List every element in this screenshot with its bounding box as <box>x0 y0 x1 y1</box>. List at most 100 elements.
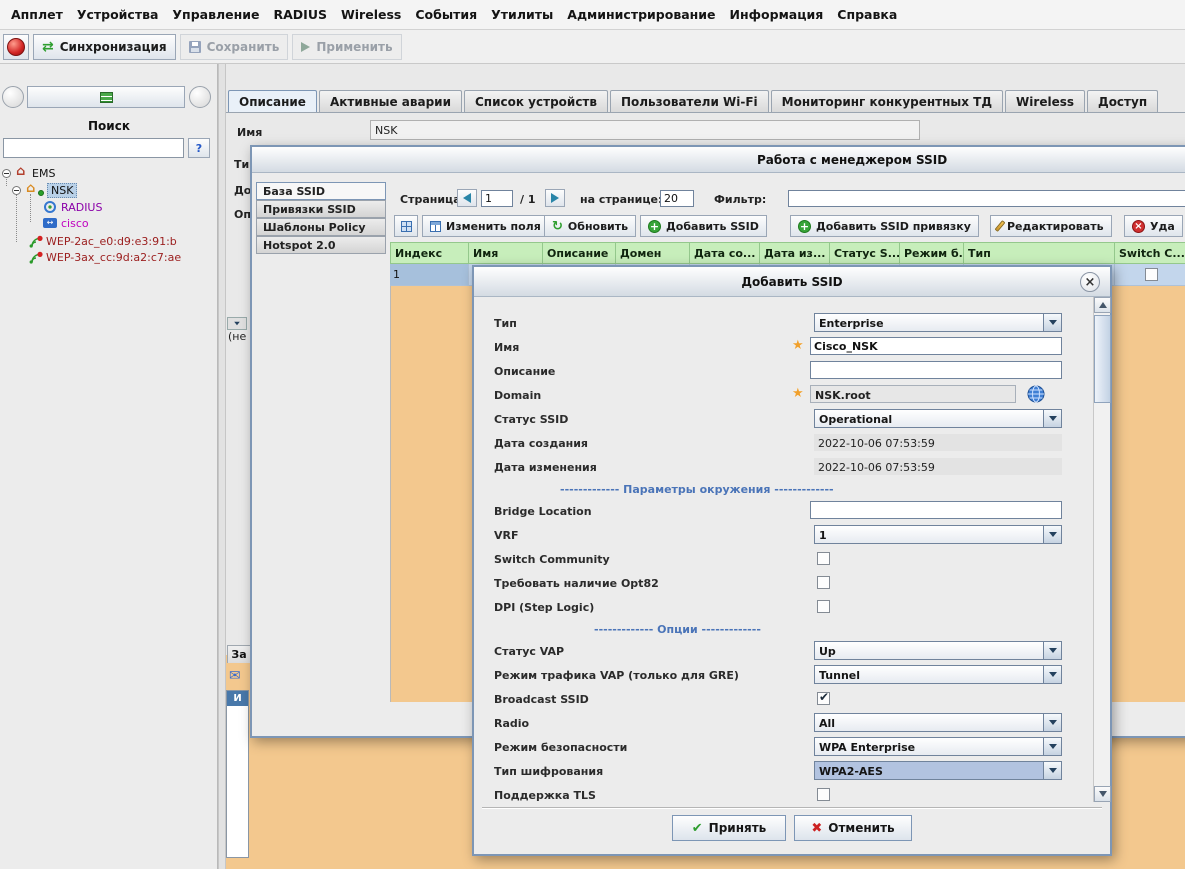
tab-rogue-ap-monitoring[interactable]: Мониторинг конкурентных ТД <box>771 90 1003 112</box>
collapse-left-button[interactable] <box>2 86 24 108</box>
refresh-button[interactable]: ↻Обновить <box>544 215 636 237</box>
column-header[interactable]: Режим б... <box>900 242 964 264</box>
combo-dropdown-button[interactable] <box>1043 666 1061 683</box>
column-header[interactable]: Индекс <box>390 242 469 264</box>
tls-support-checkbox[interactable] <box>817 788 830 801</box>
tab-description[interactable]: Описание <box>228 90 317 112</box>
menu-events[interactable]: События <box>408 7 484 22</box>
menu-utilities[interactable]: Утилиты <box>484 7 560 22</box>
delete-button[interactable]: ×Уда <box>1124 215 1183 237</box>
tree-item-ap-wep2ac[interactable]: WEP-2ac_e0:d9:e3:91:b <box>0 234 216 250</box>
combo-dropdown-button[interactable] <box>1043 642 1061 659</box>
vrf-combobox[interactable]: 1 <box>814 525 1062 544</box>
dialog-titlebar[interactable]: Добавить SSID × <box>474 267 1110 297</box>
column-header[interactable]: Switch C... <box>1115 242 1185 264</box>
menu-applet[interactable]: Апплет <box>4 7 70 22</box>
type-combobox[interactable]: Enterprise <box>814 313 1062 332</box>
dpi-checkbox[interactable] <box>817 600 830 613</box>
close-button[interactable]: × <box>1080 272 1100 292</box>
tree-mode-button[interactable] <box>27 86 185 108</box>
menu-administration[interactable]: Администрирование <box>560 7 722 22</box>
ssid-status-combobox[interactable]: Operational <box>814 409 1062 428</box>
column-header[interactable]: Тип <box>964 242 1115 264</box>
edit-button[interactable]: Редактировать <box>990 215 1112 237</box>
tab-access[interactable]: Доступ <box>1087 90 1158 112</box>
side-tab-ssid-base[interactable]: База SSID <box>256 182 386 200</box>
partial-control[interactable] <box>227 317 247 330</box>
tree-expand-handle[interactable] <box>2 169 11 178</box>
menu-wireless[interactable]: Wireless <box>334 7 408 22</box>
menu-devices[interactable]: Устройства <box>70 7 166 22</box>
bottom-panel-tab[interactable]: За <box>227 645 251 663</box>
filter-input[interactable] <box>788 190 1185 207</box>
tree-item-ap-wep3ax[interactable]: WEP-3ax_cc:9d:a2:c7:ae <box>0 250 216 266</box>
column-header[interactable]: Имя <box>469 242 543 264</box>
side-tab-policy-templates[interactable]: Шаблоны Policy <box>256 218 386 236</box>
domain-picker-button[interactable] <box>1026 384 1046 404</box>
menu-help[interactable]: Справка <box>830 7 904 22</box>
tab-wifi-users[interactable]: Пользователи Wi-Fi <box>610 90 769 112</box>
search-input[interactable] <box>3 138 184 158</box>
vertical-scrollbar[interactable] <box>1093 297 1110 802</box>
add-ssid-button[interactable]: +Добавить SSID <box>640 215 767 237</box>
cancel-button[interactable]: ✖Отменить <box>794 815 912 841</box>
accept-button[interactable]: ✔Принять <box>672 815 786 841</box>
tab-active-alarms[interactable]: Активные аварии <box>319 90 462 112</box>
radio-combobox[interactable]: All <box>814 713 1062 732</box>
save-button[interactable]: Сохранить <box>180 34 289 60</box>
menu-management[interactable]: Управление <box>165 7 266 22</box>
require-opt82-checkbox[interactable] <box>817 576 830 589</box>
tree-item-cisco[interactable]: ↔ cisco <box>0 216 216 232</box>
column-header[interactable]: Дата со... <box>690 242 760 264</box>
sync-button[interactable]: ⇄Синхронизация <box>33 34 176 60</box>
tab-device-list[interactable]: Список устройств <box>464 90 608 112</box>
tree-expand-handle[interactable] <box>12 186 21 195</box>
security-mode-combobox[interactable]: WPA Enterprise <box>814 737 1062 756</box>
switch-community-checkbox[interactable] <box>817 552 830 565</box>
row-checkbox[interactable] <box>1145 268 1158 281</box>
add-ssid-binding-button[interactable]: +Добавить SSID привязку <box>790 215 979 237</box>
combo-dropdown-button[interactable] <box>1043 738 1061 755</box>
split-pane-divider[interactable] <box>218 64 226 869</box>
tree-item-radius[interactable]: RADIUS <box>0 200 216 216</box>
name-input[interactable] <box>810 337 1062 355</box>
encryption-type-combobox[interactable]: WPA2-AES <box>814 761 1062 780</box>
device-name-field[interactable]: NSK <box>370 120 920 140</box>
description-input[interactable] <box>810 361 1062 379</box>
combo-dropdown-button[interactable] <box>1043 526 1061 543</box>
menu-radius[interactable]: RADIUS <box>267 7 334 22</box>
menu-information[interactable]: Информация <box>723 7 831 22</box>
tab-wireless[interactable]: Wireless <box>1005 90 1085 112</box>
prev-page-button[interactable] <box>457 189 477 207</box>
combo-dropdown-button[interactable] <box>1043 314 1061 331</box>
search-help-button[interactable]: ? <box>188 138 210 158</box>
side-tab-ssid-bindings[interactable]: Привязки SSID <box>256 200 386 218</box>
side-tab-hotspot[interactable]: Hotspot 2.0 <box>256 236 386 254</box>
column-header[interactable]: Домен <box>616 242 690 264</box>
table-settings-button[interactable] <box>394 215 418 237</box>
dialog-titlebar[interactable]: Работа с менеджером SSID <box>252 147 1185 173</box>
disconnect-button[interactable] <box>3 34 29 60</box>
next-page-button[interactable] <box>545 189 565 207</box>
edit-fields-button[interactable]: Изменить поля <box>422 215 549 237</box>
combo-dropdown-button[interactable] <box>1043 410 1061 427</box>
envelope-icon[interactable]: ✉ <box>229 668 241 684</box>
vap-status-combobox[interactable]: Up <box>814 641 1062 660</box>
scrollbar-thumb[interactable] <box>1094 315 1111 403</box>
apply-button[interactable]: Применить <box>292 34 401 60</box>
combo-dropdown-button[interactable] <box>1043 762 1061 779</box>
column-header[interactable]: Описание <box>543 242 616 264</box>
tree-item-ems[interactable]: ⌂ EMS <box>0 166 216 182</box>
broadcast-ssid-checkbox[interactable] <box>817 692 830 705</box>
per-page-input[interactable] <box>660 190 694 207</box>
combo-dropdown-button[interactable] <box>1043 714 1061 731</box>
event-list-header[interactable]: И <box>227 691 248 706</box>
column-header[interactable]: Статус S... <box>830 242 900 264</box>
page-input[interactable] <box>481 190 513 207</box>
collapse-right-button[interactable] <box>189 86 211 108</box>
scroll-up-button[interactable] <box>1094 297 1111 313</box>
vap-traffic-mode-combobox[interactable]: Tunnel <box>814 665 1062 684</box>
bridge-location-input[interactable] <box>810 501 1062 519</box>
tree-item-nsk[interactable]: ⌂ NSK <box>0 183 216 199</box>
column-header[interactable]: Дата из... <box>760 242 830 264</box>
